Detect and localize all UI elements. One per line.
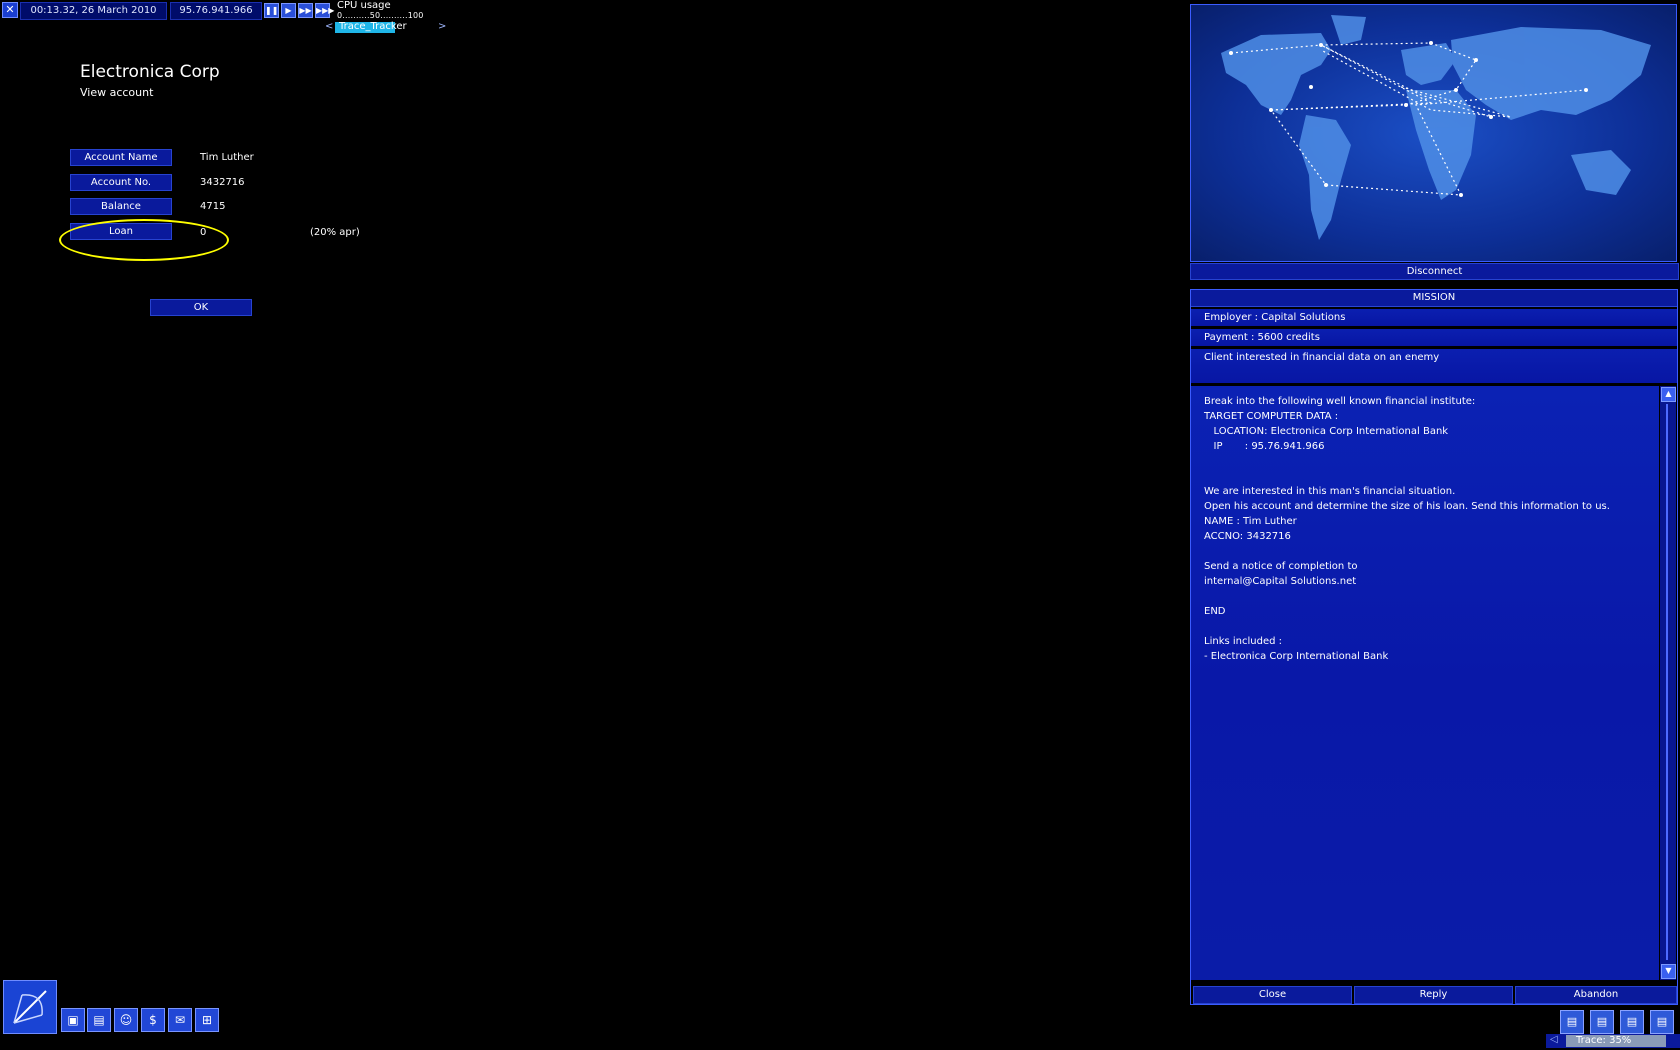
mission-line: IP : 95.76.941.966 [1204,441,1325,452]
hardware-icon[interactable]: ▣ [61,1008,85,1032]
mission-line [1204,619,1646,634]
person-icon[interactable]: ☺ [114,1008,138,1032]
gateway-logo-graphic [13,990,47,1024]
document-icon[interactable]: ▤ [1560,1010,1584,1034]
reply-button[interactable]: Reply [1354,986,1513,1004]
disconnect-button[interactable]: Disconnect [1190,263,1679,280]
balance-label: Balance [70,198,172,215]
mission-employer: Employer : Capital Solutions [1191,309,1677,326]
finance-icon[interactable]: $ [141,1008,165,1032]
mission-line [1204,589,1646,604]
page-subtitle: View account [80,86,154,99]
scroll-up-icon[interactable]: ▲ [1661,387,1676,402]
world-map-graphic [1221,15,1651,240]
fast-forward-icon[interactable]: ▶▶ [298,3,313,18]
mission-header: MISSION [1191,290,1677,307]
email-icon[interactable]: ✉ [168,1008,192,1032]
account-number-label: Account No. [70,174,172,191]
cpu-usage-scale: 0..........50..........100 [337,11,424,20]
ok-button[interactable]: OK [150,299,252,316]
gateway-logo-icon[interactable] [3,980,57,1034]
mission-line: TARGET COMPUTER DATA : [1204,411,1339,422]
document-icon[interactable]: ▤ [1590,1010,1614,1034]
scroll-track[interactable] [1666,404,1668,960]
disk-icon[interactable]: ▤ [87,1008,111,1032]
trace-text: Trace: 35% [1576,1035,1632,1046]
fastest-forward-icon[interactable]: ▶▶▶ [315,3,334,18]
mission-line: Open his account and determine the size … [1204,501,1610,512]
tracker-task[interactable]: Trace_Tracker [335,21,435,33]
mission-line: ACCNO: 3432716 [1204,531,1291,542]
mission-line[interactable]: - Electronica Corp International Bank [1204,649,1646,664]
mission-panel: MISSION Employer : Capital Solutions Pay… [1190,289,1678,1005]
chevron-left-icon[interactable]: < [325,21,333,32]
mission-line: Links included : [1204,636,1282,647]
mission-line: Break into the following well known fina… [1204,396,1476,407]
network-icon[interactable]: ⊞ [195,1008,219,1032]
mission-line: Send a notice of completion to [1204,561,1358,572]
trace-indicator: ◁ Trace: 35% [1546,1034,1680,1048]
loan-apr: (20% apr) [310,227,360,238]
page-title: Electronica Corp [80,62,220,82]
cpu-task-selector[interactable]: < Trace_Tracker > [325,21,447,33]
document-icon[interactable]: ▤ [1620,1010,1644,1034]
date-time-display: 00:13.32, 26 March 2010 [20,2,167,20]
pause-icon[interactable]: ❚❚ [264,3,279,18]
mission-payment: Payment : 5600 credits [1191,329,1677,346]
document-icon[interactable]: ▤ [1650,1010,1674,1034]
mission-line: internal@Capital Solutions.net [1204,576,1357,587]
mission-line: END [1204,606,1226,617]
loan-highlight-circle [59,219,229,261]
mission-line: LOCATION: Electronica Corp International… [1204,426,1449,437]
cpu-usage-label: CPU usage [337,0,391,11]
mission-line [1204,454,1646,469]
abandon-button[interactable]: Abandon [1515,986,1677,1004]
balance-value: 4715 [200,201,226,212]
account-name-value: Tim Luther [200,152,254,163]
mission-line: NAME : Tim Luther [1204,516,1297,527]
account-number-value: 3432716 [200,177,245,188]
chevron-right-icon[interactable]: > [438,21,446,32]
scroll-down-icon[interactable]: ▼ [1661,964,1676,979]
mission-line [1204,544,1646,559]
mission-summary: Client interested in financial data on a… [1191,349,1677,383]
mission-line: We are interested in this man's financia… [1204,486,1456,497]
tracker-label: Trace_Tracker [339,21,407,32]
mission-line [1204,469,1646,484]
play-icon[interactable]: ▶ [281,3,296,18]
mission-description: Break into the following well known fina… [1191,386,1659,980]
mission-scrollbar[interactable]: ▲ ▼ [1660,386,1676,980]
close-mission-button[interactable]: Close [1193,986,1352,1004]
trace-arrow-icon[interactable]: ◁ [1550,1034,1558,1045]
account-name-label: Account Name [70,149,172,166]
world-map[interactable] [1190,4,1677,262]
ip-display: 95.76.941.966 [170,2,262,20]
close-icon[interactable]: ✕ [2,2,18,18]
